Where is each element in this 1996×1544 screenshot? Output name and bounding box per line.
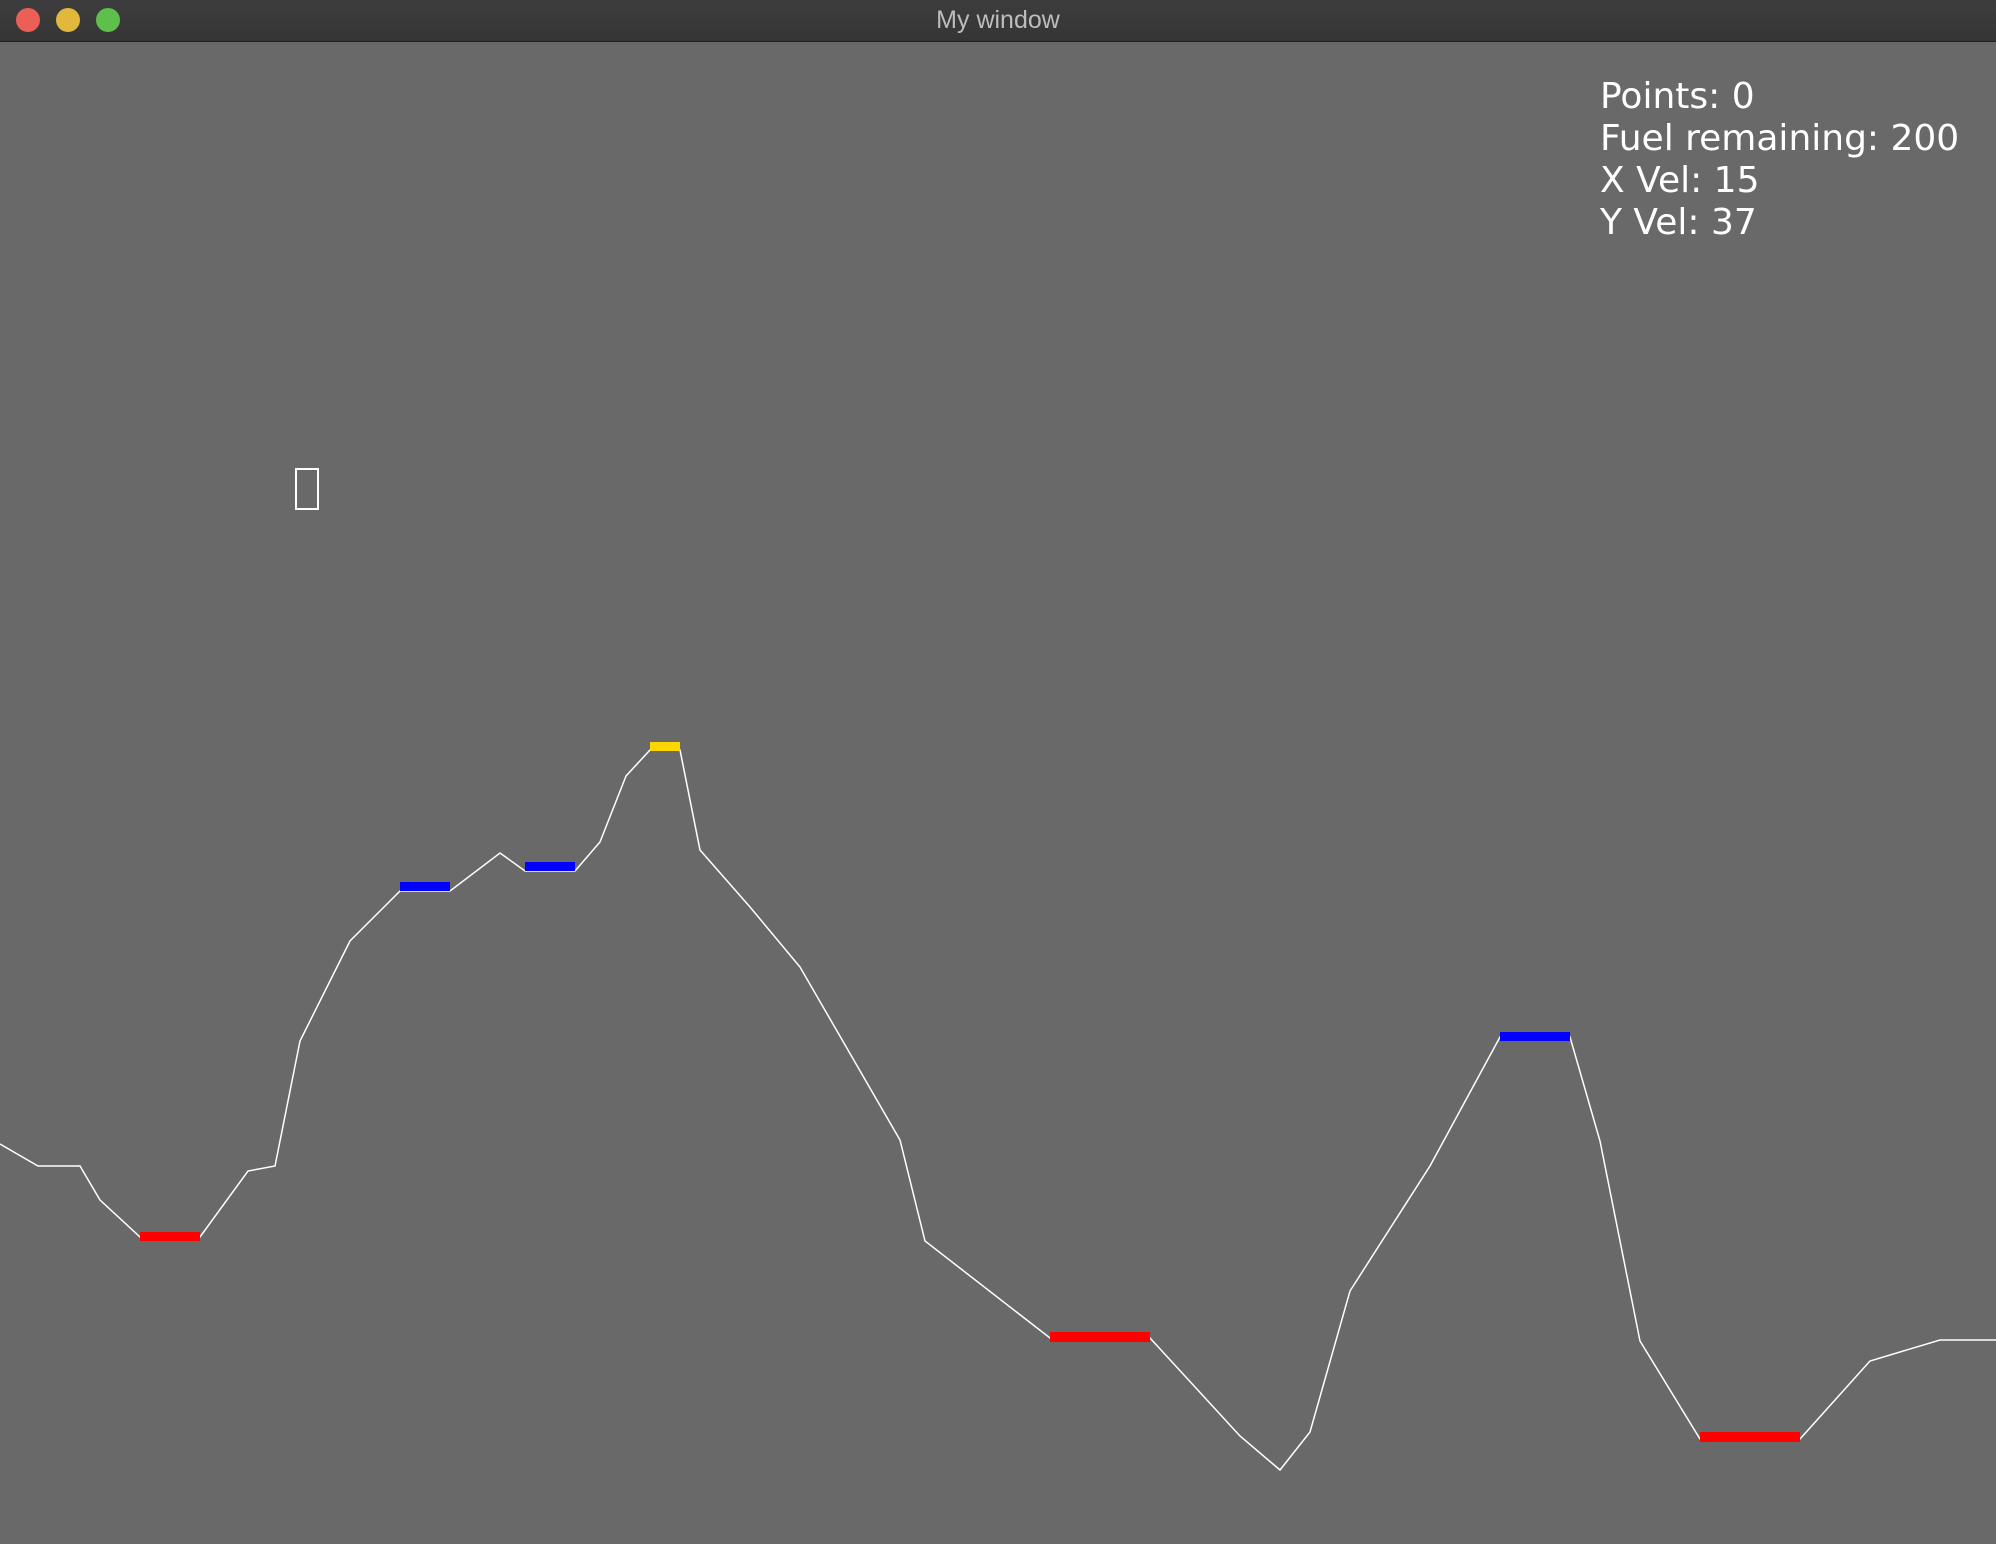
landing-pad-red	[1050, 1332, 1150, 1342]
terrain-line	[0, 749, 1996, 1472]
landing-pad-blue	[400, 882, 450, 891]
lander-icon	[295, 468, 319, 510]
fuel-readout: Fuel remaining: 200	[1600, 118, 1960, 159]
landing-pad-yellow	[650, 742, 680, 751]
landing-pad-red	[140, 1232, 200, 1241]
y-velocity-readout: Y Vel: 37	[1600, 202, 1757, 243]
points-readout: Points: 0	[1600, 76, 1755, 117]
x-velocity-readout: X Vel: 15	[1600, 160, 1760, 201]
landing-pad-red	[1700, 1432, 1800, 1442]
hud-panel: Points: 0 Fuel remaining: 200 X Vel: 15 …	[1600, 76, 1959, 244]
landing-pad-blue	[1500, 1032, 1570, 1041]
game-window: My window Points: 0 Fuel remaining: 200 …	[0, 0, 1996, 1544]
landing-pad-blue	[525, 862, 575, 871]
